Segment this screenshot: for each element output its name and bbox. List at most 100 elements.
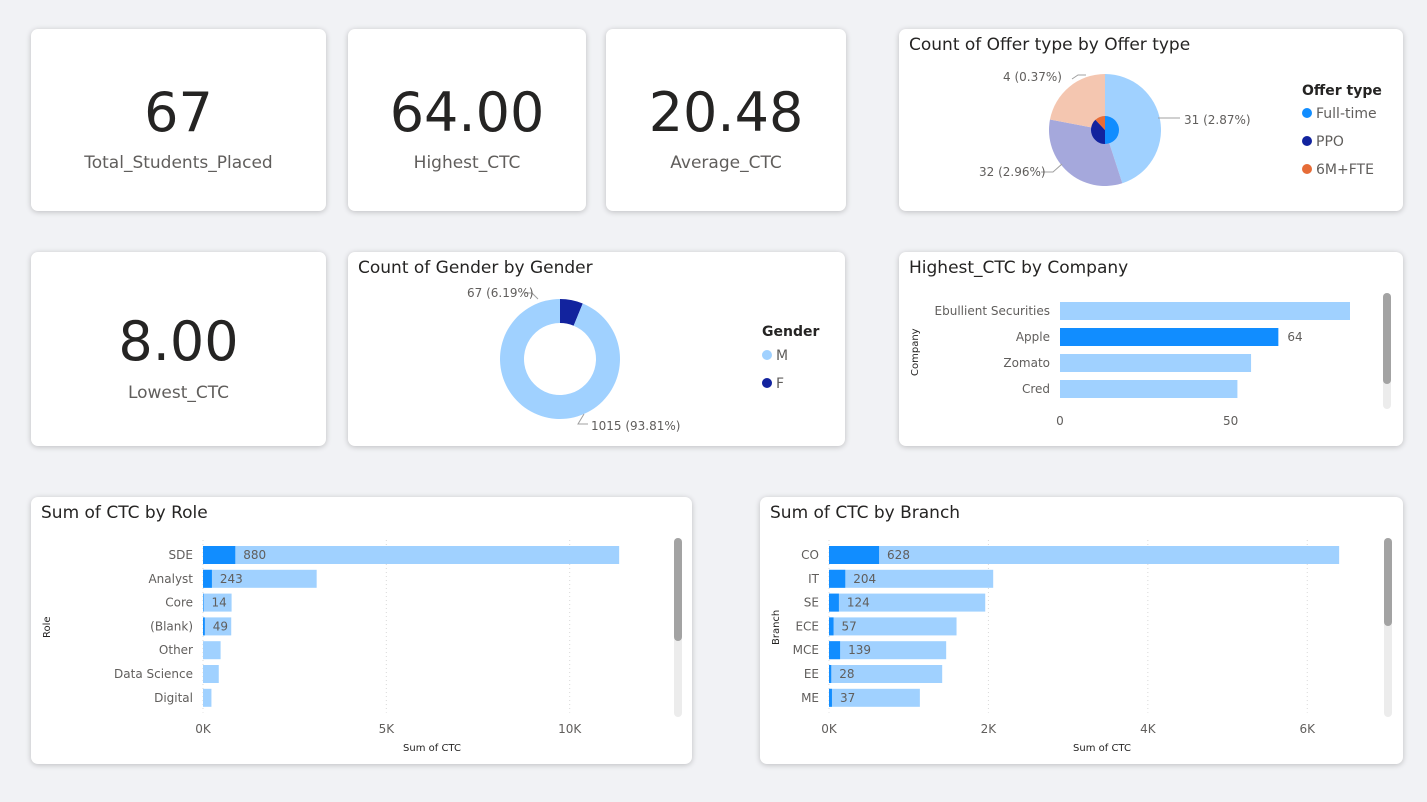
data-label: 1015 (93.81%) — [591, 419, 680, 433]
legend-item[interactable]: F — [776, 376, 784, 392]
offer-type-visual[interactable]: Count of Offer type by Offer type 31 (2.… — [899, 29, 1403, 211]
y-tick-label: Analyst — [148, 572, 193, 586]
legend-item[interactable]: PPO — [1316, 134, 1344, 150]
data-label: 14 — [212, 596, 227, 610]
legend-title: Gender — [762, 324, 819, 340]
legend-item[interactable]: Full-time — [1316, 106, 1377, 122]
x-tick-label: 2K — [981, 722, 998, 736]
data-label: 49 — [213, 619, 228, 633]
y-tick-label: CO — [801, 548, 819, 562]
bar[interactable] — [1060, 380, 1238, 398]
y-axis-title: Company — [910, 328, 921, 376]
y-axis-title: Role — [42, 616, 53, 638]
bar-highlight[interactable] — [203, 569, 212, 588]
y-tick-label: Core — [165, 596, 193, 610]
data-label: 28 — [839, 667, 854, 681]
scrollbar-thumb[interactable] — [1384, 538, 1392, 626]
data-label: 57 — [842, 619, 857, 633]
x-axis-title: Sum of CTC — [403, 743, 461, 754]
y-tick-label: Other — [159, 643, 193, 657]
branch-bar-chart: 0K 2K 4K 6K CO 628 IT 204 SE 124 ECE 57 MCE 139 EE 28 M… — [771, 540, 1340, 754]
legend-marker — [1302, 108, 1312, 118]
y-tick-label: ME — [801, 691, 819, 705]
x-tick-label: 0K — [821, 722, 838, 736]
legend-marker — [1302, 136, 1312, 146]
legend-title: Offer type — [1302, 83, 1382, 99]
bar-highlight[interactable] — [829, 617, 834, 636]
y-tick-label: SDE — [169, 548, 193, 562]
data-label: 4 (0.37%) — [1003, 70, 1062, 84]
kpi-card-total-students[interactable]: 67 Total_Students_Placed — [31, 29, 326, 211]
y-tick-label: Data Science — [114, 667, 193, 681]
kpi-card-lowest-ctc[interactable]: 8.00 Lowest_CTC — [31, 252, 326, 446]
bar-highlight[interactable] — [829, 665, 832, 683]
y-tick-label: SE — [804, 596, 819, 610]
legend-marker — [762, 378, 772, 388]
donut-slice[interactable] — [500, 299, 620, 419]
y-tick-label: Ebullient Securities — [935, 304, 1050, 318]
y-tick-label: IT — [808, 572, 820, 586]
y-tick-label: Apple — [1016, 330, 1050, 344]
x-axis-title: Sum of CTC — [1073, 743, 1131, 754]
data-label: 31 (2.87%) — [1184, 113, 1251, 127]
bar[interactable] — [829, 641, 947, 660]
kpi-value: 67 — [144, 81, 213, 144]
data-label: 64 — [1287, 330, 1302, 344]
kpi-card-average-ctc[interactable]: 20.48 Average_CTC — [606, 29, 846, 211]
gender-visual[interactable]: Count of Gender by Gender 67 (6.19%) 101… — [348, 252, 845, 446]
data-label: 37 — [840, 691, 855, 705]
x-tick-label: 50 — [1223, 414, 1238, 428]
data-label: 139 — [848, 643, 871, 657]
bar-highlight[interactable] — [203, 617, 205, 636]
company-visual[interactable]: Highest_CTC by Company 0 50 Ebullient Sec… — [899, 252, 1403, 446]
data-label: 124 — [847, 596, 870, 610]
y-tick-label: Zomato — [1003, 356, 1050, 370]
company-bar-chart: 0 50 Ebullient Securities Apple 64 Zomato Cre… — [910, 302, 1350, 428]
gender-donut-chart: 67 (6.19%) 1015 (93.81%) Gender M F — [467, 286, 819, 433]
kpi-label: Highest_CTC — [413, 153, 521, 173]
data-label: 628 — [887, 548, 910, 562]
x-tick-label: 10K — [558, 722, 582, 736]
offer-type-pie-chart: 31 (2.87%) 32 (2.96%) 4 (0.37%) Offer ty… — [979, 70, 1382, 186]
kpi-label: Average_CTC — [670, 153, 782, 173]
bar-highlight[interactable] — [829, 688, 832, 707]
role-visual[interactable]: Sum of CTC by Role 0K 5K 10K SDE 880 Analyst… — [31, 497, 692, 764]
bar[interactable] — [1060, 302, 1350, 320]
y-tick-label: EE — [804, 667, 819, 681]
data-label: 204 — [853, 572, 876, 586]
y-tick-label: Digital — [154, 691, 193, 705]
kpi-value: 64.00 — [389, 81, 545, 144]
y-tick-label: (Blank) — [150, 619, 193, 633]
x-tick-label: 6K — [1300, 722, 1317, 736]
y-axis-title: Branch — [771, 610, 782, 645]
kpi-value: 8.00 — [118, 310, 239, 373]
bar[interactable] — [203, 665, 219, 683]
legend-marker — [1302, 164, 1312, 174]
bar-highlight[interactable] — [829, 641, 841, 660]
bar-highlight[interactable] — [829, 569, 846, 588]
legend-item[interactable]: 6M+FTE — [1316, 162, 1374, 178]
y-tick-label: Cred — [1022, 382, 1050, 396]
bar-highlight[interactable] — [203, 546, 236, 564]
y-tick-label: ECE — [795, 619, 819, 633]
x-tick-label: 0K — [195, 722, 212, 736]
data-label: 32 (2.96%) — [979, 165, 1046, 179]
bar[interactable] — [203, 641, 221, 660]
bar[interactable] — [1060, 354, 1252, 372]
scrollbar-thumb[interactable] — [1383, 293, 1391, 384]
bar-highlight[interactable] — [829, 593, 839, 612]
bar-highlight[interactable] — [829, 546, 880, 564]
legend-item[interactable]: M — [776, 348, 788, 364]
kpi-card-highest-ctc[interactable]: 64.00 Highest_CTC — [348, 29, 586, 211]
branch-visual[interactable]: Sum of CTC by Branch 0K 2K 4K 6K CO 628 IT 204… — [760, 497, 1403, 764]
x-tick-label: 4K — [1140, 722, 1157, 736]
bar[interactable] — [1060, 328, 1279, 346]
data-label: 880 — [243, 548, 266, 562]
bar-highlight[interactable] — [203, 593, 204, 612]
bar[interactable] — [203, 688, 212, 707]
scrollbar-thumb[interactable] — [674, 538, 682, 641]
legend-marker — [762, 350, 772, 360]
x-tick-label: 0 — [1056, 414, 1064, 428]
y-tick-label: MCE — [793, 643, 819, 657]
kpi-value: 20.48 — [648, 81, 804, 144]
